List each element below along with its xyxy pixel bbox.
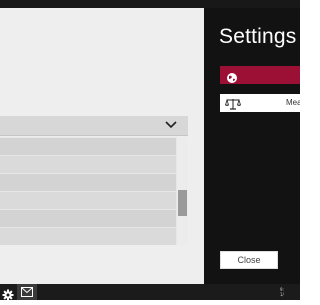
close-button[interactable]: Close bbox=[220, 251, 278, 269]
taskbar: 9: 1/ bbox=[0, 284, 300, 301]
scales-icon bbox=[224, 96, 242, 110]
list-item[interactable] bbox=[0, 228, 176, 245]
list-item[interactable] bbox=[0, 138, 176, 155]
clock-text: 9: 1/ bbox=[280, 287, 284, 297]
measure-button-label: Mea bbox=[286, 98, 300, 107]
list-item[interactable] bbox=[0, 174, 176, 191]
results-list bbox=[0, 137, 188, 245]
window-top-strip bbox=[0, 0, 300, 8]
category-dropdown[interactable] bbox=[0, 116, 188, 136]
settings-panel: Settings Mea Close bbox=[204, 8, 300, 284]
chevron-down-icon[interactable] bbox=[162, 117, 180, 133]
measure-settings-button[interactable]: Mea bbox=[220, 94, 300, 112]
globe-icon bbox=[226, 69, 238, 83]
settings-title: Settings bbox=[219, 25, 297, 48]
list-item[interactable] bbox=[0, 192, 176, 209]
list-scrollbar[interactable] bbox=[177, 137, 188, 245]
mail-icon[interactable] bbox=[17, 284, 37, 300]
list-item[interactable] bbox=[0, 210, 176, 227]
globe-settings-button[interactable] bbox=[220, 66, 300, 84]
gear-icon[interactable] bbox=[2, 286, 14, 301]
list-item[interactable] bbox=[0, 156, 176, 173]
scrollbar-thumb[interactable] bbox=[178, 190, 187, 216]
